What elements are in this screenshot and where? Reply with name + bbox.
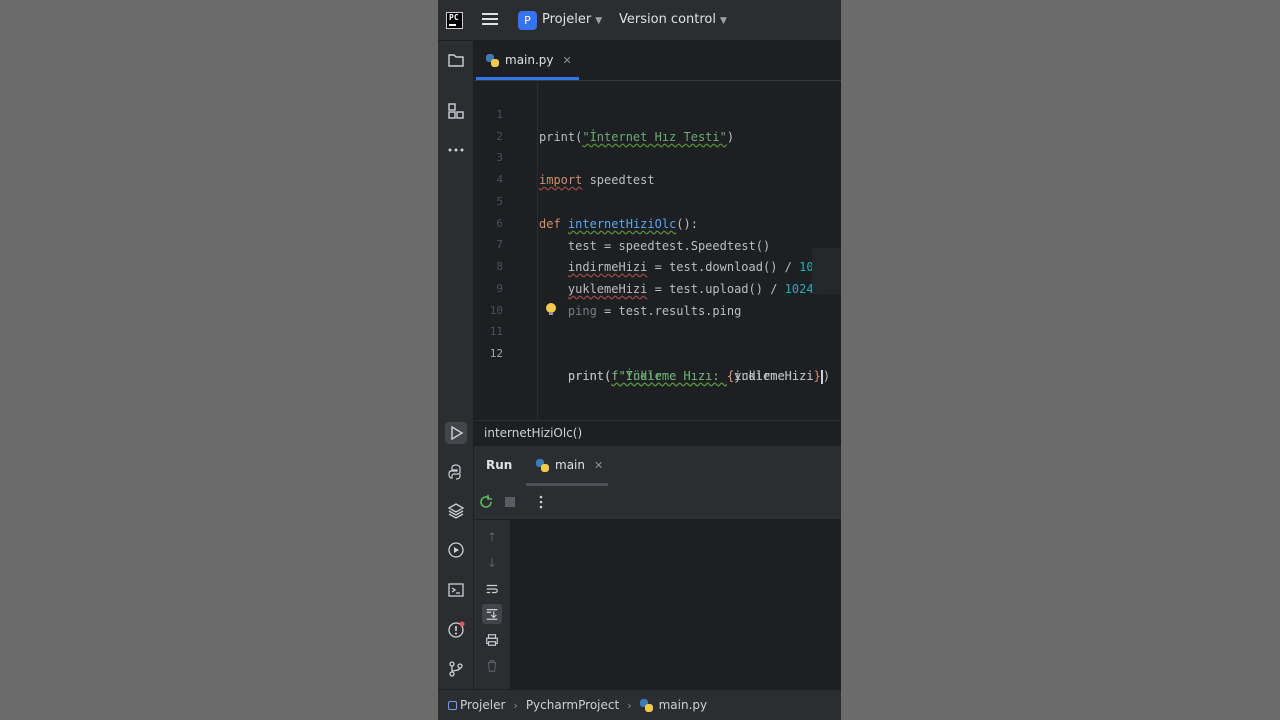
code-token: f"Yükleme Hızı:: [611, 369, 727, 383]
code-line: 9 ping = test.results.ping: [474, 256, 841, 318]
code-line: 6 test = speedtest.Speedtest(): [474, 191, 841, 253]
tab-label: main.py: [505, 53, 554, 67]
chevron-down-icon: ▼: [595, 16, 603, 26]
statusbar-crumb[interactable]: Projeler: [460, 698, 505, 712]
code-line: 5 def internetHiziOlc():: [474, 169, 841, 231]
version-control-widget[interactable]: Version control ▼: [619, 12, 727, 27]
run-toolbar: [474, 486, 841, 520]
run-side-toolbar: ↑ ↓: [474, 520, 510, 689]
code-line: 10: [474, 278, 841, 317]
tool-window-stripe: [438, 41, 474, 689]
code-line: 4: [474, 147, 841, 186]
close-icon[interactable]: ✕: [594, 459, 603, 472]
python-file-icon: [536, 458, 549, 472]
project-widget[interactable]: Projeler ▼: [542, 12, 602, 27]
project-badge-icon[interactable]: P: [518, 11, 537, 30]
more-tools-icon[interactable]: [445, 139, 467, 161]
services-icon[interactable]: [445, 539, 467, 561]
stop-icon[interactable]: [502, 494, 518, 510]
module-icon: [448, 700, 457, 710]
rerun-icon[interactable]: [478, 494, 494, 510]
editor-scrollbar[interactable]: [812, 248, 841, 294]
chevron-right-icon: ›: [513, 698, 518, 712]
status-bar: Projeler › PycharmProject › main.py: [438, 689, 841, 720]
run-icon[interactable]: [445, 422, 467, 444]
statusbar-crumb[interactable]: main.py: [659, 698, 708, 712]
active-tab-indicator: [476, 77, 579, 80]
trash-icon[interactable]: [484, 658, 500, 674]
pycharm-logo-icon[interactable]: PC: [446, 12, 463, 29]
chevron-right-icon: ›: [627, 698, 632, 712]
tab-main-py[interactable]: main.py ✕: [486, 53, 572, 67]
editor-breadcrumb[interactable]: internetHiziOlc(): [474, 420, 841, 445]
problems-icon[interactable]: [445, 619, 467, 641]
code-line: 1 print("İnternet Hız Testi"): [474, 82, 841, 144]
run-panel-header: Run main ✕: [474, 446, 841, 486]
close-icon[interactable]: ✕: [563, 54, 572, 67]
project-folder-icon[interactable]: [445, 49, 467, 71]
print-icon[interactable]: [484, 632, 500, 648]
run-tab-label: main: [555, 458, 585, 472]
terminal-icon[interactable]: [445, 579, 467, 601]
git-branch-icon[interactable]: [445, 658, 467, 680]
pycharm-window: PC P Projeler ▼ Version control ▼ main.p…: [438, 0, 841, 720]
code-token: print: [567, 369, 605, 383]
lightbulb-icon[interactable]: [546, 303, 556, 316]
code-token: }: [813, 369, 821, 383]
run-panel-title: Run: [486, 458, 513, 472]
code-token: ): [822, 369, 831, 383]
main-menu-icon[interactable]: [482, 13, 498, 27]
arrow-up-icon[interactable]: ↑: [484, 529, 500, 545]
run-console-output[interactable]: [510, 520, 841, 689]
code-line: 7 indirmeHizi = test.download() / 1024: [474, 212, 841, 274]
scroll-to-end-icon[interactable]: [482, 604, 502, 624]
soft-wrap-icon[interactable]: [484, 581, 500, 597]
breadcrumb-function[interactable]: internetHiziOlc(): [484, 426, 582, 440]
code-line: 8 yuklemeHizi = test.upload() / 1024 /: [474, 234, 841, 296]
code-editor[interactable]: 1 print("İnternet Hız Testi") 2 3 import…: [474, 82, 841, 420]
python-console-icon[interactable]: [445, 461, 467, 483]
title-bar: PC P Projeler ▼ Version control ▼: [438, 0, 841, 41]
line-number: 12: [489, 347, 503, 360]
structure-icon[interactable]: [445, 100, 467, 122]
code-token: {: [726, 369, 735, 383]
run-tab-main[interactable]: main ✕: [536, 458, 603, 472]
chevron-down-icon: ▼: [720, 16, 727, 26]
code-token: yuklemeHizi: [734, 369, 814, 383]
code-line: 2: [474, 104, 841, 143]
code-line: 12 print(f"Yükleme Hızı: {yuklemeHizi}): [474, 321, 841, 384]
arrow-down-icon[interactable]: ↓: [484, 555, 500, 571]
editor-tab-bar: main.py ✕: [474, 41, 841, 81]
more-options-icon[interactable]: [533, 494, 549, 510]
statusbar-crumb[interactable]: PycharmProject: [526, 698, 619, 712]
project-name-label: Projeler: [542, 12, 592, 27]
code-line: 11 print(f"İndirme Hızı: {indirmeHizi: [474, 299, 841, 383]
python-packages-icon[interactable]: [445, 500, 467, 522]
code-line: 3 import speedtest: [474, 125, 841, 187]
python-file-icon: [486, 53, 499, 67]
version-control-label: Version control: [619, 12, 716, 27]
python-file-icon: [639, 698, 653, 712]
